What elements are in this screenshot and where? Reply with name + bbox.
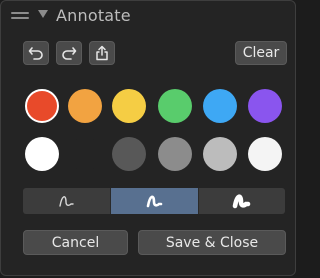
color-swatch-purple[interactable] xyxy=(248,89,282,123)
stroke-width-selector xyxy=(23,188,285,214)
color-swatch-yellow[interactable] xyxy=(112,89,146,123)
color-swatch-red[interactable] xyxy=(25,89,59,123)
cancel-button-label: Cancel xyxy=(51,234,100,251)
stroke-option-thick[interactable] xyxy=(199,188,285,214)
color-swatch-black[interactable] xyxy=(68,137,102,171)
drag-handle-icon[interactable] xyxy=(11,12,29,19)
redo-button[interactable] xyxy=(56,41,82,65)
stroke-option-thin[interactable] xyxy=(23,188,110,214)
color-swatch-white[interactable] xyxy=(25,137,59,171)
undo-button[interactable] xyxy=(23,41,49,65)
color-swatch-gray[interactable] xyxy=(158,137,192,171)
color-swatch-blue[interactable] xyxy=(203,89,237,123)
panel-header: Annotate xyxy=(1,1,297,31)
thin-stroke-icon xyxy=(58,196,74,207)
cancel-button[interactable]: Cancel xyxy=(23,230,128,255)
panel-title: Annotate xyxy=(56,6,131,25)
share-button[interactable] xyxy=(89,41,115,65)
color-swatch-dark-gray[interactable] xyxy=(112,137,146,171)
save-close-button[interactable]: Save & Close xyxy=(138,230,286,255)
color-swatch-orange[interactable] xyxy=(68,89,102,123)
medium-stroke-icon xyxy=(146,195,162,208)
color-swatch-off-white[interactable] xyxy=(248,137,282,171)
clear-button[interactable]: Clear xyxy=(235,41,287,65)
save-close-button-label: Save & Close xyxy=(165,234,259,251)
color-swatch-green[interactable] xyxy=(158,89,192,123)
redo-icon xyxy=(62,47,77,60)
stroke-option-medium[interactable] xyxy=(111,188,198,214)
share-icon xyxy=(96,45,108,61)
undo-icon xyxy=(28,47,43,60)
thick-stroke-icon xyxy=(232,194,251,209)
color-swatch-light-gray[interactable] xyxy=(203,137,237,171)
clear-button-label: Clear xyxy=(242,45,280,61)
annotate-panel: Annotate Clear Cancel Save & Close xyxy=(0,0,296,276)
chevron-down-icon[interactable] xyxy=(38,10,48,18)
